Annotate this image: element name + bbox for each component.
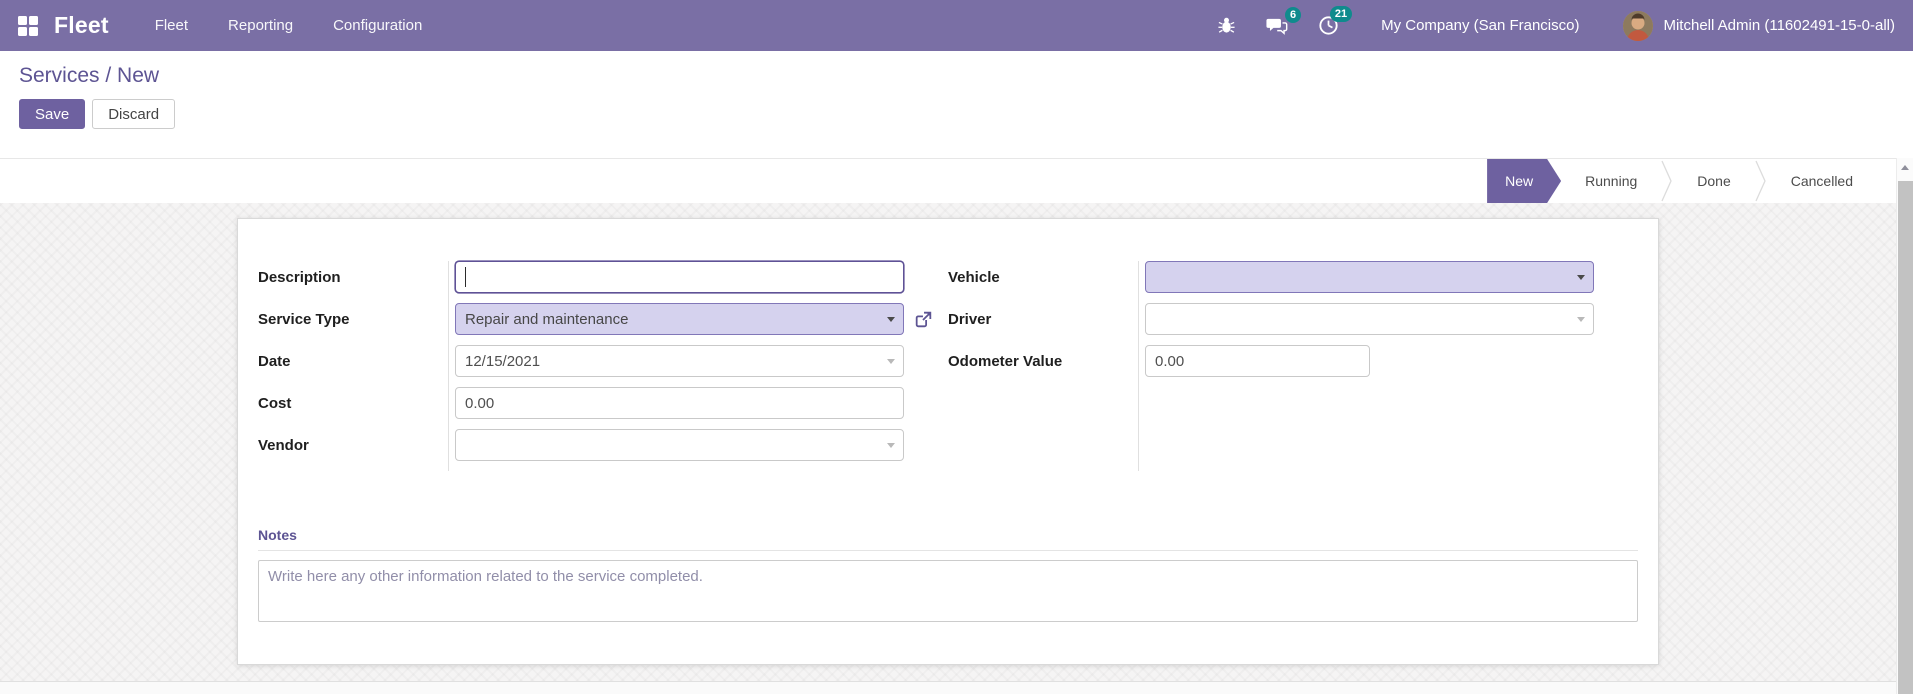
breadcrumb-current: New [117, 64, 160, 87]
chevron-down-icon [887, 317, 895, 322]
right-field-group: Vehicle Driver Odometer Value [948, 261, 1638, 471]
vertical-scrollbar[interactable] [1896, 158, 1913, 694]
service-type-label: Service Type [258, 310, 350, 328]
statusbar: New Running Done Cancelled [0, 158, 1913, 203]
chevron-down-icon [887, 359, 895, 364]
chevron-down-icon [887, 443, 895, 448]
activities-clock-icon[interactable]: 21 [1318, 6, 1353, 36]
form-sheet: Description Service Type Date Cost Vendo… [237, 218, 1659, 665]
stage-cancelled[interactable]: Cancelled [1767, 159, 1877, 203]
scrollbar-up-arrow-icon[interactable] [1897, 158, 1913, 177]
stage-done[interactable]: Done [1673, 159, 1754, 203]
stage-separator [1755, 159, 1767, 203]
control-panel: Services / New Save Discard [0, 51, 1913, 158]
debug-bug-icon[interactable] [1217, 16, 1236, 35]
scrollbar-thumb[interactable] [1898, 181, 1913, 694]
stage-separator [1661, 159, 1673, 203]
user-menu[interactable]: Mitchell Admin (11602491-15-0-all) [1623, 10, 1895, 41]
user-name-label: Mitchell Admin (11602491-15-0-all) [1663, 17, 1895, 34]
odometer-input[interactable] [1145, 345, 1370, 377]
nav-menu-configuration[interactable]: Configuration [333, 17, 422, 34]
breadcrumb-separator: / [99, 64, 118, 87]
nav-menu-fleet[interactable]: Fleet [155, 17, 188, 34]
chevron-down-icon [1577, 317, 1585, 322]
date-label: Date [258, 352, 291, 370]
notes-section: Notes [258, 527, 1638, 627]
navbar-right-section: 6 21 My Company (San Francisco) Mitchell… [1187, 6, 1895, 41]
save-button[interactable]: Save [19, 99, 86, 129]
messages-count-badge: 6 [1284, 6, 1302, 23]
breadcrumb-services-link[interactable]: Services [19, 64, 100, 87]
activities-count-badge: 21 [1329, 6, 1353, 22]
service-type-input[interactable] [455, 303, 904, 335]
external-link-icon[interactable] [913, 309, 934, 330]
apps-grid-icon[interactable] [18, 15, 38, 36]
vehicle-label: Vehicle [948, 268, 1000, 286]
cost-input[interactable] [455, 387, 904, 419]
form-view-background: Description Service Type Date Cost Vendo… [0, 203, 1913, 681]
app-brand[interactable]: Fleet [54, 12, 109, 39]
date-input[interactable] [455, 345, 904, 377]
left-field-group: Description Service Type Date Cost Vendo… [258, 261, 948, 471]
nav-menu-reporting[interactable]: Reporting [228, 17, 293, 34]
notes-title: Notes [258, 527, 297, 543]
cost-label: Cost [258, 394, 292, 412]
messages-icon[interactable]: 6 [1266, 6, 1302, 36]
description-input[interactable] [455, 261, 904, 293]
notes-divider [258, 550, 1638, 551]
vendor-input[interactable] [455, 429, 904, 461]
text-caret [465, 267, 466, 287]
chevron-down-icon [1577, 275, 1585, 280]
footer-strip [0, 681, 1913, 694]
company-switcher[interactable]: My Company (San Francisco) [1381, 17, 1579, 34]
discard-button[interactable]: Discard [92, 99, 176, 129]
driver-input[interactable] [1145, 303, 1594, 335]
breadcrumb: Services / New [19, 64, 1913, 88]
vendor-label: Vendor [258, 436, 309, 454]
user-avatar [1623, 10, 1654, 41]
action-buttons-row: Save Discard [19, 99, 1913, 129]
description-label: Description [258, 268, 341, 286]
notes-textarea[interactable] [258, 560, 1638, 622]
stage-new[interactable]: New [1487, 159, 1561, 203]
stage-running[interactable]: Running [1561, 159, 1661, 203]
vehicle-input[interactable] [1145, 261, 1594, 293]
top-navbar: Fleet Fleet Reporting Configuration 6 21… [0, 0, 1913, 51]
driver-label: Driver [948, 310, 992, 328]
odometer-label: Odometer Value [948, 352, 1063, 370]
